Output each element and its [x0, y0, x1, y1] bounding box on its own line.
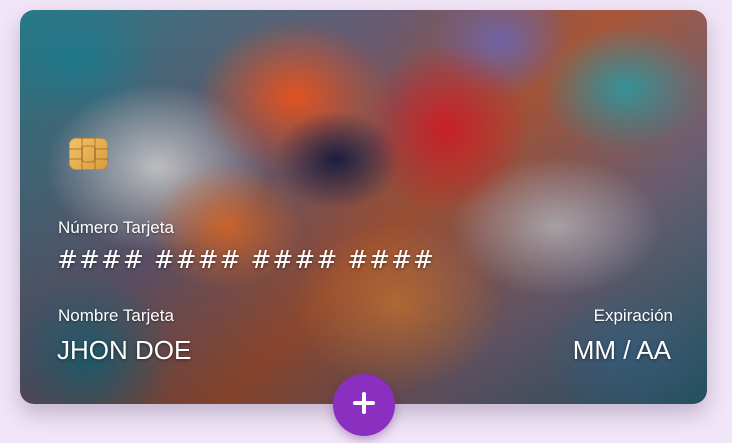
card-expiry-value: MM / AA — [572, 335, 671, 365]
card-number-label: Número Tarjeta — [58, 218, 174, 237]
card-name-label: Nombre Tarjeta — [58, 306, 174, 325]
credit-card-preview: Número Tarjeta #### #### #### #### Nombr… — [20, 10, 707, 404]
card-name-value: JHON DOE — [57, 335, 192, 365]
card-chip-icon — [69, 138, 108, 170]
add-card-button[interactable] — [333, 374, 395, 436]
plus-icon — [353, 391, 375, 419]
card-expiry-label: Expiración — [593, 306, 673, 325]
card-number-value: #### #### #### #### — [57, 245, 435, 274]
